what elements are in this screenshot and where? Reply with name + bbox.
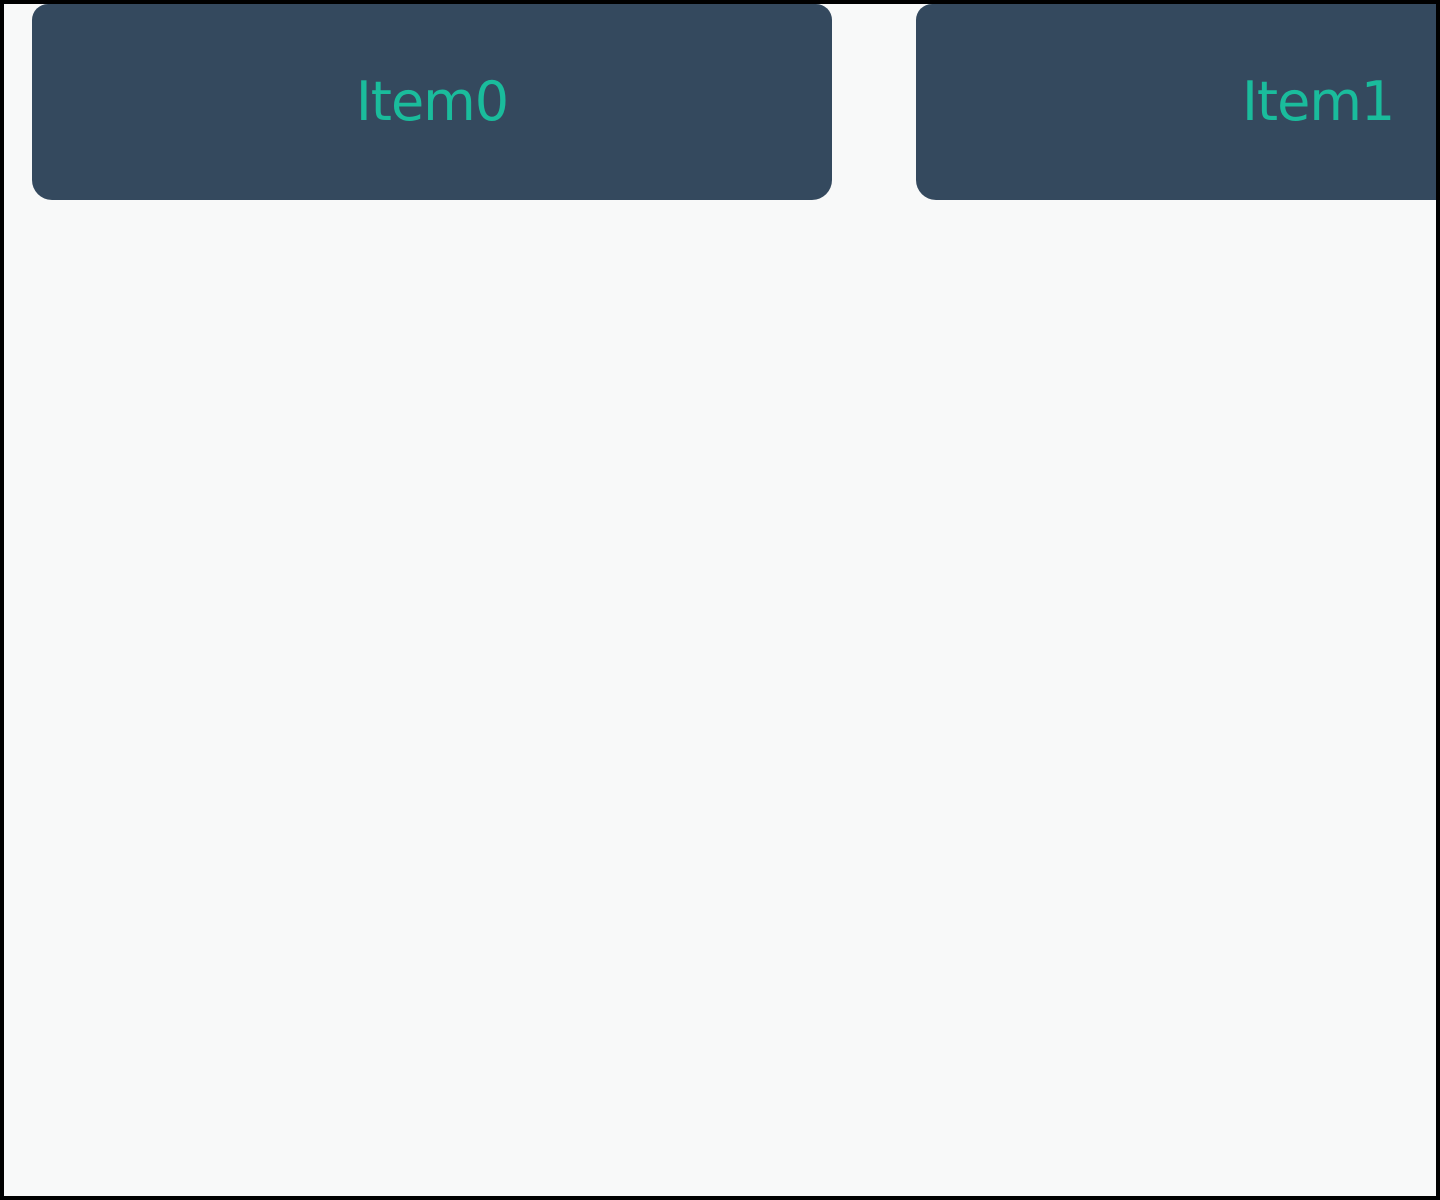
list-item-label: Item1 xyxy=(1242,70,1395,133)
app-frame: Item0 Item1 xyxy=(0,0,1440,1200)
horizontal-item-list[interactable]: Item0 Item1 xyxy=(4,4,1436,1196)
list-item-label: Item0 xyxy=(355,70,509,133)
list-item-0[interactable]: Item0 xyxy=(32,4,832,200)
list-item-1[interactable]: Item1 xyxy=(916,4,1436,200)
